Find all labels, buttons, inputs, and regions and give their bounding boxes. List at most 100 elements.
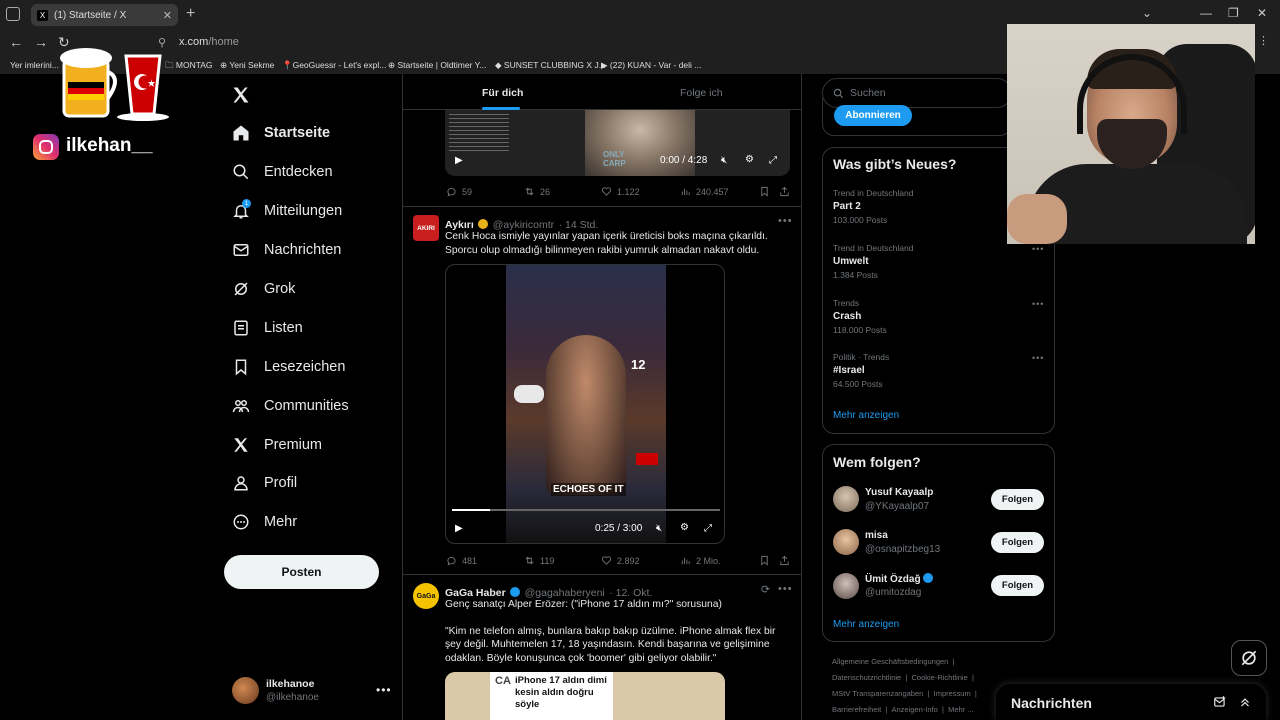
bookmark-item[interactable]: ⊕ Yeni Sekme bbox=[220, 60, 274, 71]
avatar[interactable] bbox=[833, 573, 859, 599]
bookmark-button[interactable] bbox=[759, 555, 770, 566]
follow-suggestion-name[interactable]: Ümit Özdağ bbox=[865, 573, 934, 585]
close-window-icon[interactable]: ✕ bbox=[1257, 6, 1267, 20]
avatar[interactable] bbox=[833, 486, 859, 512]
share-button[interactable] bbox=[779, 186, 790, 197]
video-player[interactable]: 12 ECHOES OF IT bbox=[445, 264, 725, 544]
nav-mehr[interactable]: Mehr bbox=[232, 513, 297, 531]
post-button[interactable]: Posten bbox=[224, 555, 379, 589]
trend-item[interactable]: Trend in Deutschland Part 2 103.000 Post… bbox=[833, 188, 913, 225]
bookmark-button[interactable] bbox=[759, 186, 770, 197]
tab-fuer-dich[interactable]: Für dich bbox=[482, 87, 523, 99]
fullscreen-icon[interactable]: ⤢ bbox=[704, 523, 712, 534]
bookmark-item[interactable]: 📍GeoGuessr - Let's expl... bbox=[282, 60, 386, 71]
follow-button[interactable]: Folgen bbox=[991, 489, 1044, 510]
reply-button[interactable]: 481 bbox=[446, 555, 477, 566]
share-button[interactable] bbox=[779, 555, 790, 566]
footer-link[interactable]: Allgemeine Geschäftsbedingungen bbox=[832, 657, 948, 666]
nav-listen[interactable]: Listen bbox=[232, 319, 303, 337]
avatar[interactable]: GaGa bbox=[413, 583, 439, 609]
back-icon[interactable]: ← bbox=[9, 34, 23, 50]
profile-name[interactable]: ilkehanoe bbox=[266, 678, 314, 690]
bookmark-item[interactable]: ▶ (22) KUAN - Var - deli ... bbox=[601, 60, 701, 71]
views-button[interactable]: 2 Mio. bbox=[680, 555, 721, 566]
mute-icon[interactable]: 🔇︎ bbox=[656, 523, 662, 534]
avatar[interactable] bbox=[232, 677, 259, 704]
tweet-media[interactable]: CA iPhone 17 aldın dimi kesin aldın doğr… bbox=[445, 672, 725, 720]
settings-icon[interactable]: ⚙ bbox=[745, 154, 754, 165]
trend-item[interactable]: Trend in Deutschland Umwelt 1.384 Posts bbox=[833, 243, 913, 280]
address-bar[interactable]: x.com/home bbox=[179, 36, 239, 48]
bookmark-item[interactable]: ⊕ Startseite | Oldtimer Y... bbox=[388, 60, 486, 71]
trends-show-more-link[interactable]: Mehr anzeigen bbox=[833, 410, 899, 421]
messages-drawer-title[interactable]: Nachrichten bbox=[1011, 695, 1092, 711]
repost-button[interactable]: 26 bbox=[524, 186, 550, 197]
nav-premium[interactable]: Premium bbox=[232, 436, 322, 454]
follow-suggestion-handle[interactable]: @umitozdag bbox=[865, 587, 921, 598]
nav-entdecken[interactable]: Entdecken bbox=[232, 163, 333, 181]
footer-link[interactable]: Cookie-Richtlinie bbox=[912, 673, 968, 682]
minimize-icon[interactable]: — bbox=[1200, 6, 1212, 20]
x-logo-icon[interactable] bbox=[231, 85, 251, 110]
footer-link[interactable]: Impressum bbox=[934, 689, 971, 698]
nav-nachrichten[interactable]: Nachrichten bbox=[232, 241, 341, 259]
new-message-icon[interactable] bbox=[1213, 695, 1227, 714]
nav-startseite[interactable]: Startseite bbox=[232, 124, 330, 142]
tab-folge-ich[interactable]: Folge ich bbox=[680, 87, 723, 99]
menu-icon[interactable]: ⋮ bbox=[1258, 34, 1269, 47]
new-tab-icon[interactable]: + bbox=[186, 5, 195, 23]
follow-button[interactable]: Folgen bbox=[991, 575, 1044, 596]
maximize-icon[interactable]: ❐ bbox=[1228, 6, 1239, 20]
video-player[interactable]: ONLY CARP bbox=[445, 110, 790, 176]
bookmark-item[interactable]: ◆ SUNSET CLUBBING X J... bbox=[495, 60, 606, 71]
nav-profil[interactable]: Profil bbox=[232, 474, 297, 492]
expand-chevron-icon[interactable] bbox=[1238, 695, 1252, 714]
follow-suggestion-handle[interactable]: @osnapitzbeg13 bbox=[865, 544, 940, 555]
trend-more-icon[interactable]: ••• bbox=[1032, 299, 1044, 309]
profile-handle[interactable]: @ilkehanoe bbox=[266, 692, 319, 703]
footer-link[interactable]: Barrierefreiheit bbox=[832, 705, 881, 714]
follow-suggestion-handle[interactable]: @YKayaalp07 bbox=[865, 501, 929, 512]
account-menu-icon[interactable]: ••• bbox=[376, 683, 392, 697]
bookmark-item[interactable]: Yer imlerini... bbox=[10, 60, 59, 70]
footer-link[interactable]: Mehr ... bbox=[948, 705, 973, 714]
tweet-more-icon[interactable]: ••• bbox=[778, 215, 793, 227]
video-progress-track[interactable] bbox=[452, 509, 720, 511]
follow-button[interactable]: Folgen bbox=[991, 532, 1044, 553]
tab-dropdown-icon[interactable]: ⌄ bbox=[1142, 6, 1152, 20]
repost-button[interactable]: 119 bbox=[524, 555, 554, 566]
close-tab-icon[interactable]: ✕ bbox=[163, 9, 172, 22]
forward-icon[interactable]: → bbox=[34, 34, 48, 50]
like-button[interactable]: 1.122 bbox=[601, 186, 640, 197]
nav-label: Entdecken bbox=[264, 164, 333, 180]
subscribe-button[interactable]: Abonnieren bbox=[834, 105, 912, 126]
settings-icon[interactable]: ⚙ bbox=[680, 522, 689, 533]
mute-icon[interactable]: 🔇︎ bbox=[721, 155, 727, 166]
fullscreen-icon[interactable]: ⤢ bbox=[769, 155, 777, 166]
browser-tab[interactable]: X (1) Startseite / X ✕ bbox=[31, 4, 178, 26]
avatar[interactable] bbox=[833, 529, 859, 555]
nav-lesezeichen[interactable]: Lesezeichen bbox=[232, 358, 345, 376]
avatar[interactable]: AKIRI bbox=[413, 215, 439, 241]
grok-floating-button[interactable] bbox=[1231, 640, 1267, 676]
trend-more-icon[interactable]: ••• bbox=[1032, 353, 1044, 363]
follow-suggestion-name[interactable]: misa bbox=[865, 530, 888, 541]
play-icon[interactable]: ▶ bbox=[455, 155, 463, 166]
tab-list-icon[interactable] bbox=[6, 7, 20, 21]
trend-item[interactable]: Politik · Trends #Israel 64.500 Posts bbox=[833, 352, 889, 389]
follow-suggestion-name[interactable]: Yusuf Kayaalp bbox=[865, 487, 933, 498]
like-button[interactable]: 2.892 bbox=[601, 555, 640, 566]
views-button[interactable]: 240.457 bbox=[680, 186, 729, 197]
footer-link[interactable]: MStV Transparenzangaben bbox=[832, 689, 923, 698]
nav-grok[interactable]: Grok bbox=[232, 280, 295, 298]
footer-link[interactable]: Datenschutzrichtlinie bbox=[832, 673, 901, 682]
reply-button[interactable]: 59 bbox=[446, 186, 472, 197]
trend-item[interactable]: Trends Crash 118.000 Posts bbox=[833, 298, 887, 335]
trend-more-icon[interactable]: ••• bbox=[1032, 244, 1044, 254]
tweet-more-icon[interactable]: ••• bbox=[778, 583, 793, 595]
footer-link[interactable]: Anzeigen-Info bbox=[891, 705, 937, 714]
play-icon[interactable]: ▶ bbox=[455, 523, 463, 534]
follow-show-more-link[interactable]: Mehr anzeigen bbox=[833, 619, 899, 630]
nav-communities[interactable]: Communities bbox=[232, 397, 349, 415]
grok-explain-icon[interactable]: ⟳ bbox=[761, 583, 770, 596]
